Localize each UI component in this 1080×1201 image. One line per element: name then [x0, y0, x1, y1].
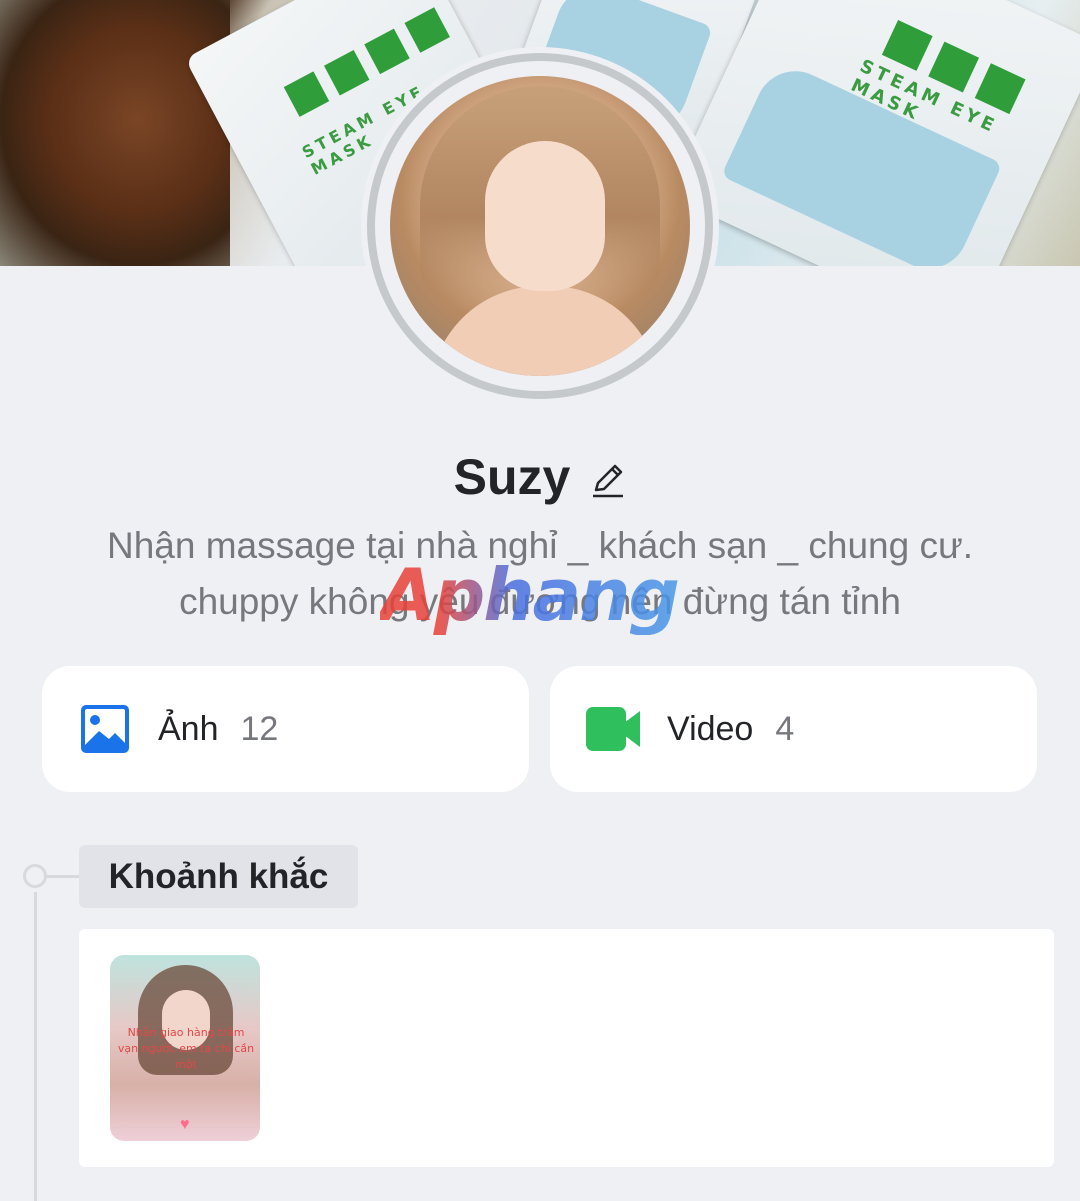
image-icon	[81, 705, 129, 753]
avatar-photo	[390, 76, 690, 376]
heart-icon: ♥	[180, 1116, 190, 1133]
photos-count: 12	[240, 709, 279, 748]
timeline-dot	[23, 864, 47, 888]
videos-count: 4	[775, 709, 795, 748]
videos-label: Video	[667, 709, 754, 748]
watermark-logo: Aphang	[380, 555, 710, 635]
moment-caption: Nhận giao hàng trăm vạn người, em ta chỉ…	[117, 1026, 255, 1071]
moments-title: Khoảnh khắc	[79, 845, 358, 908]
photos-card[interactable]: Ảnh 12	[42, 666, 529, 792]
timeline-connector	[47, 875, 80, 878]
moment-thumbnail[interactable]: Nhận giao hàng trăm vạn người, em ta chỉ…	[110, 955, 260, 1141]
moments-panel: Nhận giao hàng trăm vạn người, em ta chỉ…	[79, 929, 1054, 1167]
videos-card[interactable]: Video 4	[550, 666, 1037, 792]
cover-vase-decoration	[0, 0, 230, 266]
video-camera-icon	[586, 707, 640, 751]
timeline-line	[34, 892, 37, 1201]
profile-avatar[interactable]	[361, 47, 719, 405]
edit-pencil-icon[interactable]	[590, 460, 626, 500]
photos-label: Ảnh	[158, 709, 219, 748]
profile-name: Suzy	[453, 449, 571, 505]
